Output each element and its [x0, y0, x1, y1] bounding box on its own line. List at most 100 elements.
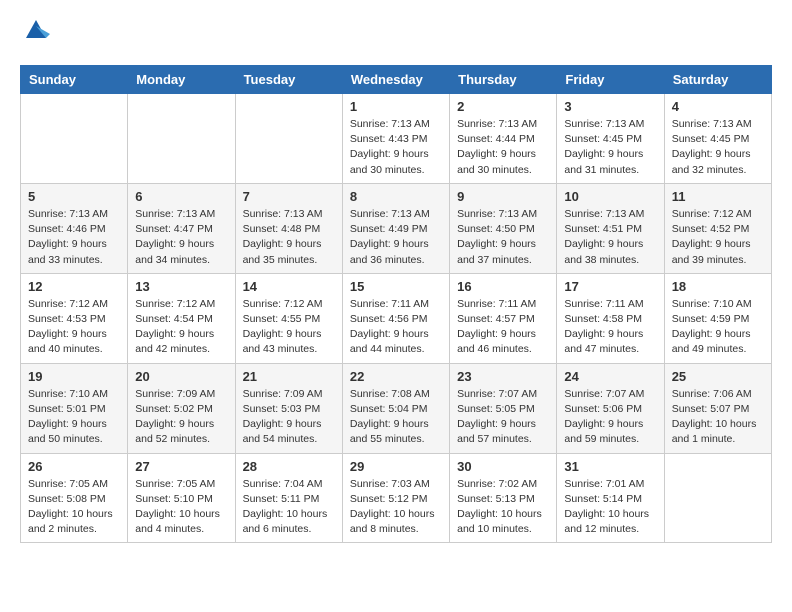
day-cell-22: 22 Sunrise: 7:08 AM Sunset: 5:04 PM Dayli… — [342, 363, 449, 453]
day-number: 10 — [564, 189, 656, 204]
day-info: Sunrise: 7:09 AM Sunset: 5:03 PM Dayligh… — [243, 387, 335, 448]
weekday-header-monday: Monday — [128, 66, 235, 94]
day-cell-11: 11 Sunrise: 7:12 AM Sunset: 4:52 PM Dayli… — [664, 183, 771, 273]
day-info: Sunrise: 7:12 AM Sunset: 4:55 PM Dayligh… — [243, 297, 335, 358]
day-info: Sunrise: 7:04 AM Sunset: 5:11 PM Dayligh… — [243, 477, 335, 538]
day-cell-21: 21 Sunrise: 7:09 AM Sunset: 5:03 PM Dayli… — [235, 363, 342, 453]
weekday-header-wednesday: Wednesday — [342, 66, 449, 94]
day-cell-18: 18 Sunrise: 7:10 AM Sunset: 4:59 PM Dayli… — [664, 273, 771, 363]
week-row-4: 19 Sunrise: 7:10 AM Sunset: 5:01 PM Dayli… — [21, 363, 772, 453]
week-row-2: 5Sunrise: 7:13 AM Sunset: 4:46 PM Daylig… — [21, 183, 772, 273]
day-info: Sunrise: 7:09 AM Sunset: 5:02 PM Dayligh… — [135, 387, 227, 448]
day-info: Sunrise: 7:12 AM Sunset: 4:53 PM Dayligh… — [28, 297, 120, 358]
empty-cell — [128, 94, 235, 184]
day-info: Sunrise: 7:13 AM Sunset: 4:48 PM Dayligh… — [243, 207, 335, 268]
logo — [20, 20, 50, 49]
day-number: 6 — [135, 189, 227, 204]
day-cell-15: 15 Sunrise: 7:11 AM Sunset: 4:56 PM Dayli… — [342, 273, 449, 363]
day-cell-7: 7 Sunrise: 7:13 AM Sunset: 4:48 PM Daylig… — [235, 183, 342, 273]
day-number: 2 — [457, 99, 549, 114]
logo-icon — [22, 16, 50, 44]
day-cell-6: 6 Sunrise: 7:13 AM Sunset: 4:47 PM Daylig… — [128, 183, 235, 273]
day-cell-19: 19 Sunrise: 7:10 AM Sunset: 5:01 PM Dayli… — [21, 363, 128, 453]
weekday-header-friday: Friday — [557, 66, 664, 94]
day-cell-12: 12 Sunrise: 7:12 AM Sunset: 4:53 PM Dayli… — [21, 273, 128, 363]
week-row-5: 26 Sunrise: 7:05 AM Sunset: 5:08 PM Dayli… — [21, 453, 772, 543]
weekday-header-saturday: Saturday — [664, 66, 771, 94]
day-cell-9: 9Sunrise: 7:13 AM Sunset: 4:50 PM Daylig… — [450, 183, 557, 273]
day-number: 3 — [564, 99, 656, 114]
day-cell-5: 5Sunrise: 7:13 AM Sunset: 4:46 PM Daylig… — [21, 183, 128, 273]
day-number: 4 — [672, 99, 764, 114]
day-cell-20: 20 Sunrise: 7:09 AM Sunset: 5:02 PM Dayli… — [128, 363, 235, 453]
day-info: Sunrise: 7:11 AM Sunset: 4:57 PM Dayligh… — [457, 297, 549, 358]
day-cell-3: 3Sunrise: 7:13 AM Sunset: 4:45 PM Daylig… — [557, 94, 664, 184]
day-info: Sunrise: 7:13 AM Sunset: 4:49 PM Dayligh… — [350, 207, 442, 268]
day-number: 12 — [28, 279, 120, 294]
day-number: 24 — [564, 369, 656, 384]
day-info: Sunrise: 7:03 AM Sunset: 5:12 PM Dayligh… — [350, 477, 442, 538]
day-info: Sunrise: 7:07 AM Sunset: 5:06 PM Dayligh… — [564, 387, 656, 448]
empty-cell — [664, 453, 771, 543]
day-number: 17 — [564, 279, 656, 294]
day-cell-4: 4 Sunrise: 7:13 AM Sunset: 4:45 PM Daylig… — [664, 94, 771, 184]
weekday-header-sunday: Sunday — [21, 66, 128, 94]
day-number: 14 — [243, 279, 335, 294]
day-number: 20 — [135, 369, 227, 384]
weekday-header-thursday: Thursday — [450, 66, 557, 94]
day-number: 1 — [350, 99, 442, 114]
day-cell-31: 31Sunrise: 7:01 AM Sunset: 5:14 PM Dayli… — [557, 453, 664, 543]
day-number: 30 — [457, 459, 549, 474]
day-number: 19 — [28, 369, 120, 384]
day-info: Sunrise: 7:12 AM Sunset: 4:52 PM Dayligh… — [672, 207, 764, 268]
day-info: Sunrise: 7:13 AM Sunset: 4:44 PM Dayligh… — [457, 117, 549, 178]
day-info: Sunrise: 7:13 AM Sunset: 4:47 PM Dayligh… — [135, 207, 227, 268]
day-cell-26: 26 Sunrise: 7:05 AM Sunset: 5:08 PM Dayli… — [21, 453, 128, 543]
day-info: Sunrise: 7:05 AM Sunset: 5:08 PM Dayligh… — [28, 477, 120, 538]
day-number: 5 — [28, 189, 120, 204]
day-info: Sunrise: 7:12 AM Sunset: 4:54 PM Dayligh… — [135, 297, 227, 358]
day-number: 26 — [28, 459, 120, 474]
day-number: 18 — [672, 279, 764, 294]
day-number: 23 — [457, 369, 549, 384]
day-number: 28 — [243, 459, 335, 474]
day-cell-2: 2 Sunrise: 7:13 AM Sunset: 4:44 PM Daylig… — [450, 94, 557, 184]
day-info: Sunrise: 7:13 AM Sunset: 4:51 PM Dayligh… — [564, 207, 656, 268]
day-number: 16 — [457, 279, 549, 294]
day-number: 8 — [350, 189, 442, 204]
day-info: Sunrise: 7:08 AM Sunset: 5:04 PM Dayligh… — [350, 387, 442, 448]
day-info: Sunrise: 7:11 AM Sunset: 4:58 PM Dayligh… — [564, 297, 656, 358]
day-number: 13 — [135, 279, 227, 294]
weekday-header-row: SundayMondayTuesdayWednesdayThursdayFrid… — [21, 66, 772, 94]
day-number: 29 — [350, 459, 442, 474]
empty-cell — [235, 94, 342, 184]
day-info: Sunrise: 7:11 AM Sunset: 4:56 PM Dayligh… — [350, 297, 442, 358]
day-cell-17: 17 Sunrise: 7:11 AM Sunset: 4:58 PM Dayli… — [557, 273, 664, 363]
day-info: Sunrise: 7:10 AM Sunset: 4:59 PM Dayligh… — [672, 297, 764, 358]
day-info: Sunrise: 7:13 AM Sunset: 4:43 PM Dayligh… — [350, 117, 442, 178]
day-number: 11 — [672, 189, 764, 204]
day-info: Sunrise: 7:06 AM Sunset: 5:07 PM Dayligh… — [672, 387, 764, 448]
day-cell-25: 25 Sunrise: 7:06 AM Sunset: 5:07 PM Dayli… — [664, 363, 771, 453]
day-cell-28: 28 Sunrise: 7:04 AM Sunset: 5:11 PM Dayli… — [235, 453, 342, 543]
day-info: Sunrise: 7:10 AM Sunset: 5:01 PM Dayligh… — [28, 387, 120, 448]
day-number: 7 — [243, 189, 335, 204]
day-number: 15 — [350, 279, 442, 294]
day-number: 21 — [243, 369, 335, 384]
weekday-header-tuesday: Tuesday — [235, 66, 342, 94]
day-number: 31 — [564, 459, 656, 474]
day-info: Sunrise: 7:07 AM Sunset: 5:05 PM Dayligh… — [457, 387, 549, 448]
day-cell-16: 16 Sunrise: 7:11 AM Sunset: 4:57 PM Dayli… — [450, 273, 557, 363]
day-info: Sunrise: 7:13 AM Sunset: 4:45 PM Dayligh… — [672, 117, 764, 178]
header — [20, 20, 772, 49]
calendar: SundayMondayTuesdayWednesdayThursdayFrid… — [20, 65, 772, 543]
day-number: 25 — [672, 369, 764, 384]
day-number: 9 — [457, 189, 549, 204]
day-number: 27 — [135, 459, 227, 474]
day-cell-24: 24 Sunrise: 7:07 AM Sunset: 5:06 PM Dayli… — [557, 363, 664, 453]
day-number: 22 — [350, 369, 442, 384]
day-info: Sunrise: 7:05 AM Sunset: 5:10 PM Dayligh… — [135, 477, 227, 538]
week-row-1: 1 Sunrise: 7:13 AM Sunset: 4:43 PM Daylig… — [21, 94, 772, 184]
day-cell-29: 29 Sunrise: 7:03 AM Sunset: 5:12 PM Dayli… — [342, 453, 449, 543]
week-row-3: 12 Sunrise: 7:12 AM Sunset: 4:53 PM Dayli… — [21, 273, 772, 363]
